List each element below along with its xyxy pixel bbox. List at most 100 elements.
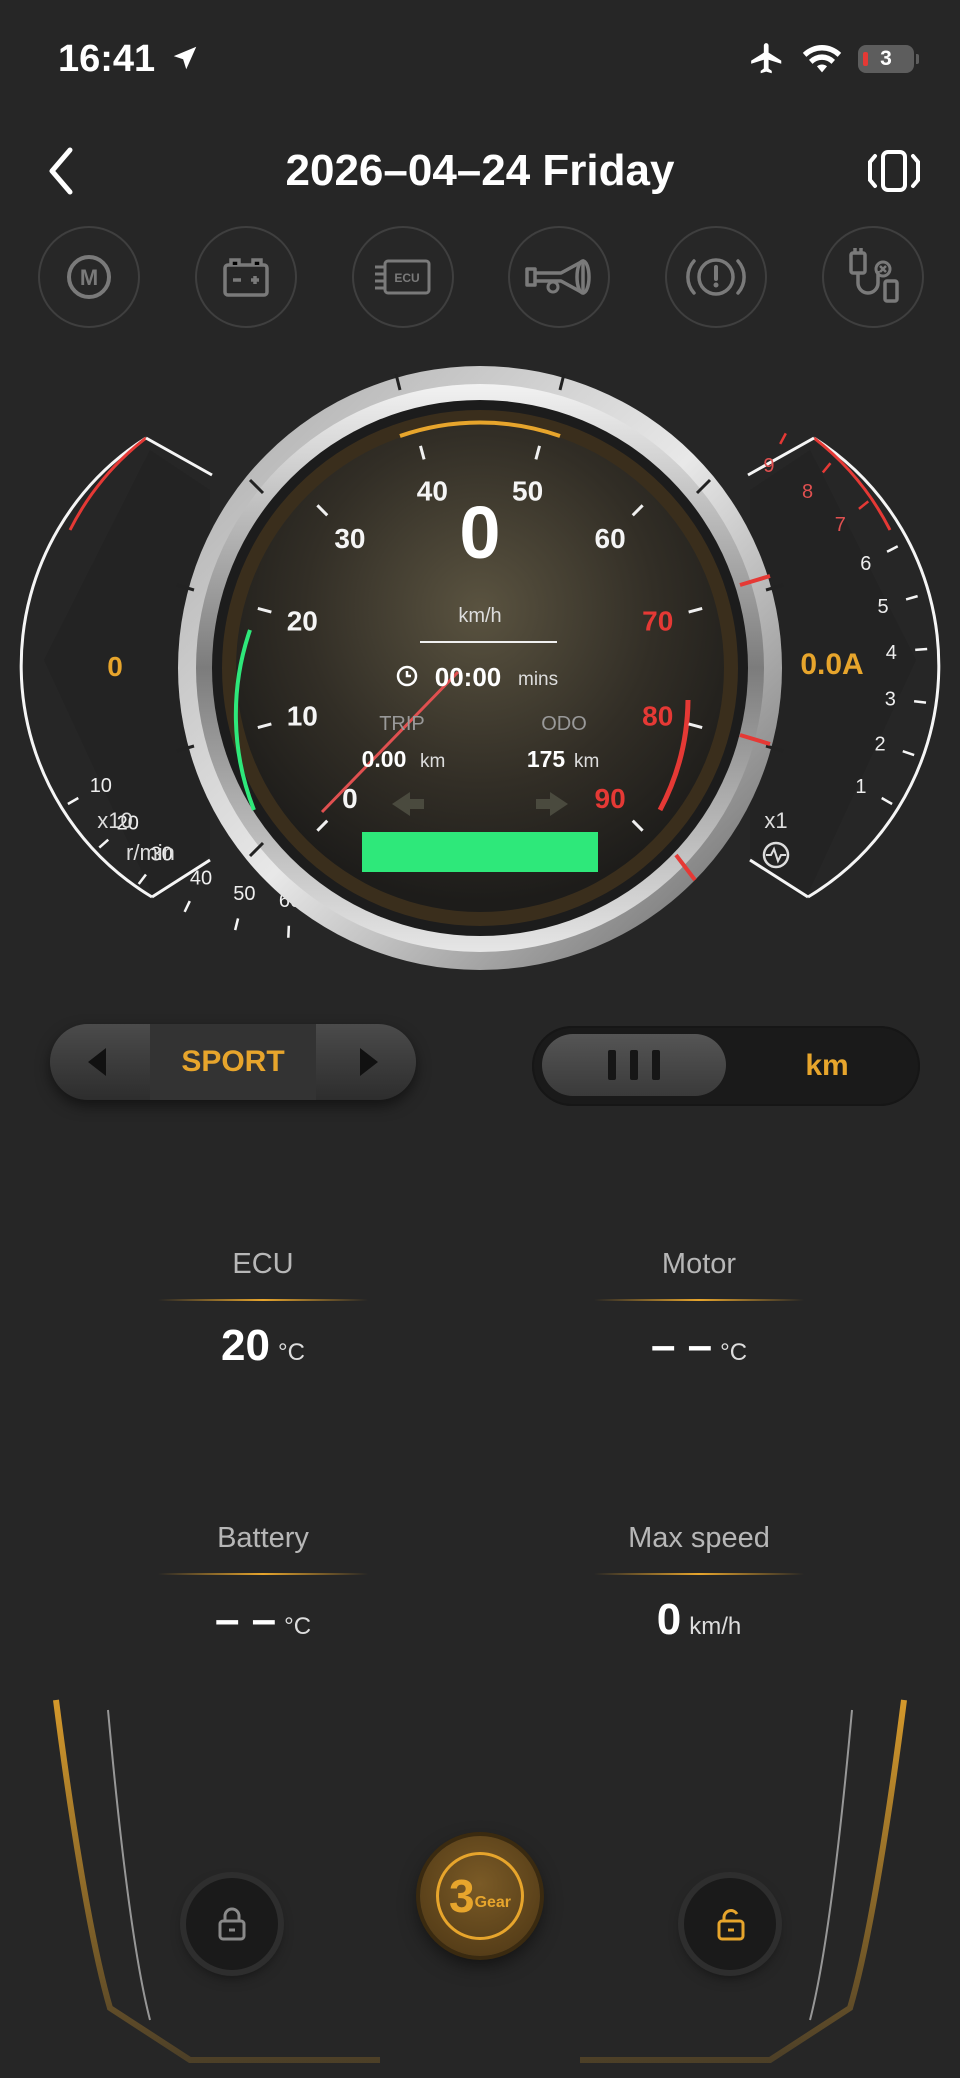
current-tick [902,750,915,757]
current-tick [858,500,870,510]
lock-icon [218,1907,246,1941]
current-tick [886,545,899,553]
device-link-button[interactable] [866,148,922,194]
ride-mode-selector: SPORT [50,1024,416,1100]
airplane-icon [751,43,782,74]
tacho-unit: r/min [126,840,175,865]
current-tick [913,699,927,704]
trip-value: 0.00 [362,746,407,772]
horn-icon [508,226,611,328]
current-tick-label: 7 [835,514,846,536]
ride-time-unit: mins [518,669,558,690]
current-value: 0.0A [800,648,863,681]
unit-toggle-knob[interactable] [542,1034,726,1096]
speed-tick-label: 50 [512,475,543,506]
speed-unit: km/h [458,605,501,627]
stat-value: 0 [656,1595,682,1644]
battery-indicator: 3 [858,45,919,73]
mode-next-button[interactable] [356,1046,382,1078]
trip-unit: km [420,751,445,772]
battery-level-bar [362,832,598,872]
current-tick [881,796,893,806]
stat-label: Max speed [628,1522,770,1554]
ride-mode-value: SPORT [150,1024,316,1100]
unit-toggle-label: km [805,1049,849,1082]
motor-temp-stat: Motor – – °C [584,1248,814,1371]
gear-button[interactable]: 3 Gear [420,1836,540,1956]
current-tick-label: 9 [763,455,774,477]
current-tick [915,647,928,652]
lock-button[interactable] [186,1878,278,1970]
brake-warning-icon [665,226,768,328]
current-tick [821,462,832,474]
ecu-icon: ECU [351,226,454,328]
page-title: 2026–04–24 Friday [285,146,675,195]
max-speed-stat: Max speed 0 km/h [584,1522,814,1645]
stat-label: Motor [661,1248,737,1280]
stat-value: 20 [221,1321,270,1370]
current-tick-label: 8 [802,481,813,503]
ecu-temp-stat: ECU 20 °C [148,1248,378,1371]
gear-number: 3 [448,1870,475,1922]
speed-tick-label: 70 [642,605,673,636]
tacho-tick [137,873,147,885]
mode-prev-button[interactable] [84,1046,110,1078]
ride-time: 00:00 [435,662,502,692]
tacho-tick-label: 40 [190,868,212,890]
stat-value: – – [650,1321,713,1370]
battery-temp-stat: Battery – – °C [148,1522,378,1645]
stat-unit: °C [284,1613,312,1640]
odo-unit: km [574,751,599,772]
current-tick-label: 1 [855,776,866,798]
current-multiplier: x1 [764,808,787,833]
current-tick [905,594,918,601]
unlock-button[interactable] [684,1878,776,1970]
speed-value: 0 [459,491,500,574]
odo-label: ODO [541,713,587,735]
stat-value: – – [214,1595,277,1644]
tacho-tick [183,900,191,913]
stat-unit: °C [720,1339,748,1366]
gear-indicator: 3 Gear [436,1852,524,1940]
speed-tick-label: 40 [417,475,448,506]
tacho-value: 0 [107,651,123,682]
tacho-tick-label: 50 [233,883,255,905]
tacho-tick [98,838,110,849]
unit-toggle[interactable]: km [532,1026,920,1106]
current-tick-label: 3 [885,688,896,710]
stat-unit: °C [278,1339,305,1366]
tacho-tick-label: 10 [90,775,112,797]
trip-label: TRIP [379,713,425,735]
location-arrow-icon [173,46,197,70]
odo-value: 175 [527,746,566,772]
unlock-icon [717,1909,745,1941]
speed-tick-label: 90 [595,783,626,814]
tacho-multiplier: x10 [97,808,132,833]
m-mode-icon: M [38,226,140,328]
status-icons: 3 [748,40,919,78]
stat-label: ECU [232,1248,294,1280]
gauge-cluster: 102030405060708090 x10 r/min 0 123456789… [19,366,941,970]
svg-text:M: M [80,265,98,290]
current-tick [779,432,787,445]
speed-tick-label: 60 [595,523,626,554]
speed-tick-label: 20 [287,605,318,636]
svg-text:ECU: ECU [394,271,419,285]
current-tick-label: 5 [877,596,888,618]
stat-label: Battery [217,1522,309,1554]
wifi-icon [802,45,842,73]
battery-warning-icon [194,226,297,328]
current-tick-label: 2 [874,734,885,756]
tacho-tick [287,925,291,938]
speedometer: 010203040 5060708090 0 km/h 00:00 mins TR… [176,366,784,970]
indicator-row: M ECU [38,226,924,328]
gear-label: Gear [474,1894,512,1911]
tacho-tick [233,918,240,931]
stat-unit: km/h [689,1613,742,1640]
tacho-tick [67,796,79,806]
current-tick-label: 6 [860,553,871,575]
speed-tick-label: 10 [287,701,318,732]
speed-tick-label: 80 [642,701,673,732]
current-tick-label: 4 [886,642,897,664]
charger-icon [821,226,924,328]
